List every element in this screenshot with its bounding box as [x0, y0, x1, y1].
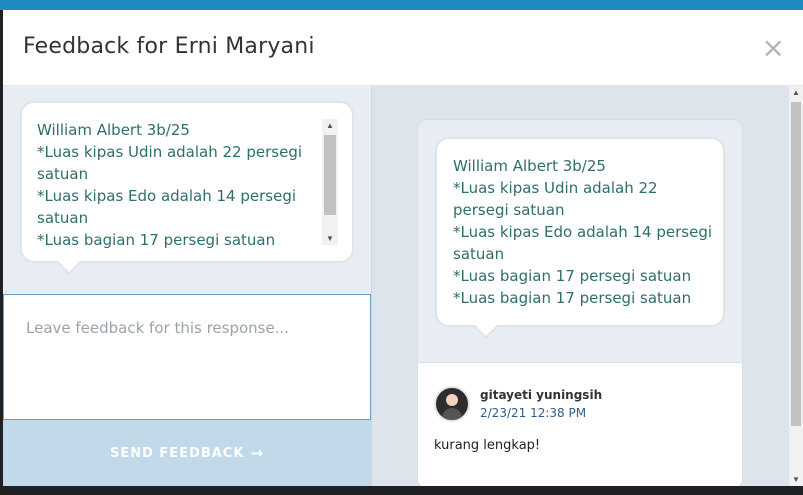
- feedback-author: gitayeti yuningsih 2/23/21 12:38 PM: [434, 386, 602, 422]
- response-scrollbar[interactable]: ▲ ▼: [322, 119, 338, 245]
- response-section: William Albert 3b/25 *Luas kipas Udin ad…: [418, 120, 742, 363]
- author-name: gitayeti yuningsih: [480, 388, 603, 402]
- arrow-right-icon: →: [250, 444, 265, 462]
- feedback-comment: kurang lengkap!: [434, 438, 541, 453]
- scrollbar-thumb[interactable]: [324, 135, 336, 215]
- response-text: William Albert 3b/25 *Luas kipas Udin ad…: [37, 119, 317, 251]
- feedback-timestamp: 2/23/21 12:38 PM: [480, 406, 587, 420]
- panel-scrollbar[interactable]: ▲ ▼: [789, 86, 803, 486]
- response-line: *Luas bagian 17 persegi satuan: [453, 289, 692, 307]
- avatar: [434, 386, 470, 422]
- response-line: William Albert 3b/25: [37, 121, 190, 139]
- response-line: *Luas kipas Udin adalah 22 persegi satua…: [453, 179, 658, 219]
- response-line: *Luas kipas Edo adalah 14 persegi satuan: [37, 187, 297, 227]
- feedback-history-panel: William Albert 3b/25 *Luas kipas Udin ad…: [371, 86, 789, 486]
- author-info: gitayeti yuningsih 2/23/21 12:38 PM: [480, 388, 602, 420]
- feedback-input-container: [3, 294, 371, 420]
- top-accent-bar: [0, 0, 803, 10]
- feedback-card: William Albert 3b/25 *Luas kipas Udin ad…: [417, 119, 743, 486]
- feedback-compose-panel: William Albert 3b/25 *Luas kipas Udin ad…: [3, 86, 371, 486]
- response-line: *Luas bagian 17 persegi satuan: [453, 267, 692, 285]
- scroll-down-icon[interactable]: ▼: [792, 475, 800, 484]
- feedback-modal: Feedback for Erni Maryani × William Albe…: [3, 10, 803, 486]
- response-line: *Luas bagian 17 persegi satuan: [37, 231, 276, 249]
- scroll-down-icon[interactable]: ▼: [326, 234, 334, 243]
- send-feedback-label: SEND FEEDBACK: [109, 445, 245, 461]
- modal-header: Feedback for Erni Maryani ×: [3, 10, 803, 86]
- response-bubble-preview: William Albert 3b/25 *Luas kipas Udin ad…: [20, 101, 354, 263]
- scrollbar-thumb[interactable]: [791, 102, 801, 426]
- response-line: *Luas kipas Edo adalah 14 persegi satuan: [453, 223, 713, 263]
- close-icon[interactable]: ×: [762, 34, 785, 62]
- response-text: William Albert 3b/25 *Luas kipas Udin ad…: [453, 155, 715, 309]
- send-feedback-button[interactable]: SEND FEEDBACK →: [3, 420, 371, 486]
- response-line: William Albert 3b/25: [453, 157, 606, 175]
- modal-title: Feedback for Erni Maryani: [23, 34, 315, 59]
- scroll-up-icon[interactable]: ▲: [792, 88, 800, 97]
- response-line: *Luas kipas Udin adalah 22 persegi satua…: [37, 143, 303, 183]
- response-bubble: William Albert 3b/25 *Luas kipas Udin ad…: [435, 137, 725, 327]
- scroll-up-icon[interactable]: ▲: [326, 121, 334, 130]
- feedback-input[interactable]: [26, 319, 356, 409]
